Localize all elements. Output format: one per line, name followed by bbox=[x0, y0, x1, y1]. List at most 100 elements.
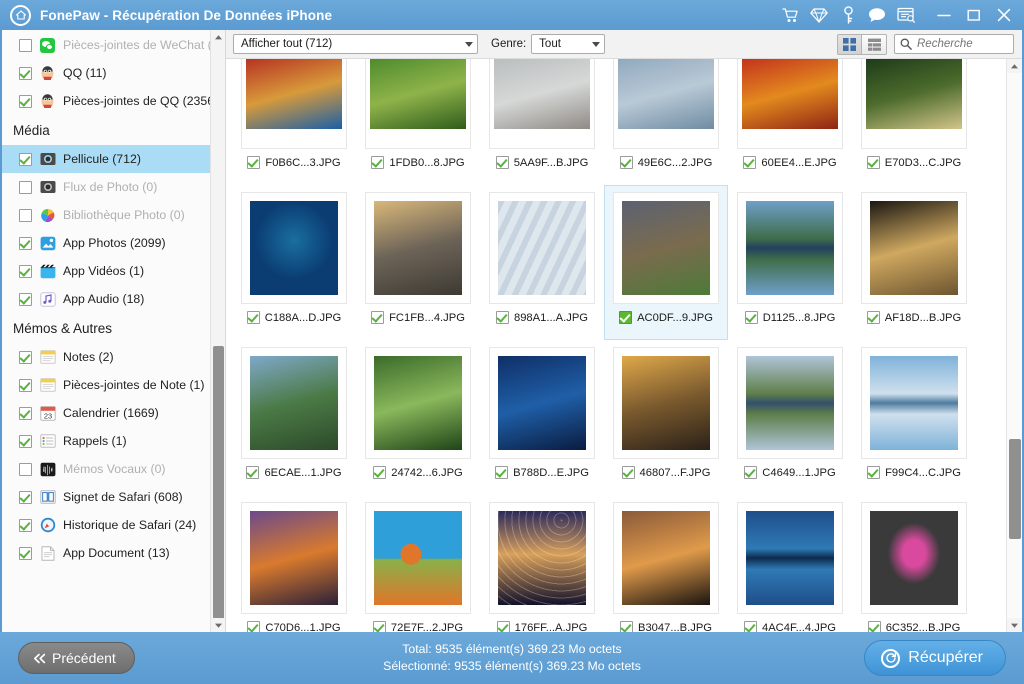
thumbnail-cell[interactable]: FC1FB...4.JPG bbox=[356, 185, 480, 340]
thumbnail-cell[interactable]: B788D...E.JPG bbox=[480, 340, 604, 495]
sidebar-item-checkbox[interactable] bbox=[19, 265, 32, 278]
thumbnail-checkbox[interactable] bbox=[745, 311, 758, 324]
thumbnail-frame[interactable] bbox=[861, 192, 967, 304]
feedback-icon[interactable] bbox=[897, 6, 915, 24]
chat-icon[interactable] bbox=[868, 6, 886, 24]
maximize-button[interactable] bbox=[965, 7, 982, 24]
sidebar-item-checkbox[interactable] bbox=[19, 463, 32, 476]
thumbnail-cell[interactable]: 6ECAE...1.JPG bbox=[232, 340, 356, 495]
thumbnail-frame[interactable] bbox=[241, 347, 347, 459]
sidebar-scrollbar[interactable] bbox=[210, 30, 225, 632]
thumbnail-cell[interactable]: F99C4...C.JPG bbox=[852, 340, 976, 495]
sidebar-item-signet-de-safari-608[interactable]: Signet de Safari (608) bbox=[2, 483, 225, 511]
sidebar-item-checkbox[interactable] bbox=[19, 351, 32, 364]
thumbnail-cell[interactable]: 72E7F...2.JPG bbox=[356, 495, 480, 632]
sidebar-item-rappels-1[interactable]: Rappels (1) bbox=[2, 427, 225, 455]
sidebar-item-m-mos-vocaux-0[interactable]: Mémos Vocaux (0) bbox=[2, 455, 225, 483]
thumbnail-frame[interactable] bbox=[365, 59, 471, 149]
thumbnail-cell[interactable]: 1FDB0...8.JPG bbox=[356, 59, 480, 185]
thumbnail-cell[interactable]: AF18D...B.JPG bbox=[852, 185, 976, 340]
thumbnail-frame[interactable] bbox=[613, 502, 719, 614]
thumbnail-frame[interactable] bbox=[241, 192, 347, 304]
thumbnail-cell[interactable]: 4AC4F...4.JPG bbox=[728, 495, 852, 632]
thumbnail-cell[interactable]: 49E6C...2.JPG bbox=[604, 59, 728, 185]
search-box[interactable] bbox=[894, 34, 1014, 54]
grid-scroll-thumb[interactable] bbox=[1009, 439, 1021, 539]
thumbnail-checkbox[interactable] bbox=[868, 621, 881, 632]
thumbnail-cell[interactable]: B3047...B.JPG bbox=[604, 495, 728, 632]
grid-scroll-up-icon[interactable] bbox=[1007, 59, 1022, 73]
thumbnail-checkbox[interactable] bbox=[246, 466, 259, 479]
sidebar-item-app-audio-18[interactable]: App Audio (18) bbox=[2, 285, 225, 313]
sidebar-item-qq-11[interactable]: QQ (11) bbox=[2, 59, 225, 87]
thumbnail-frame[interactable] bbox=[613, 347, 719, 459]
thumbnail-checkbox[interactable] bbox=[620, 156, 633, 169]
thumbnail-checkbox[interactable] bbox=[620, 621, 633, 632]
sidebar-item-app-photos-2099[interactable]: App Photos (2099) bbox=[2, 229, 225, 257]
sidebar-item-checkbox[interactable] bbox=[19, 491, 32, 504]
recover-button[interactable]: Récupérer bbox=[864, 640, 1006, 676]
thumbnail-checkbox[interactable] bbox=[743, 156, 756, 169]
thumbnail-frame[interactable] bbox=[365, 192, 471, 304]
thumbnail-checkbox[interactable] bbox=[247, 156, 260, 169]
thumbnail-checkbox[interactable] bbox=[744, 621, 757, 632]
thumbnail-cell[interactable]: D1125...8.JPG bbox=[728, 185, 852, 340]
thumbnail-checkbox[interactable] bbox=[497, 621, 510, 632]
thumbnail-checkbox[interactable] bbox=[373, 621, 386, 632]
thumbnail-cell[interactable]: E70D3...C.JPG bbox=[852, 59, 976, 185]
thumbnail-checkbox[interactable] bbox=[867, 466, 880, 479]
sidebar-item-pi-ces-jointes-de-qq-2356[interactable]: Pièces-jointes de QQ (2356) bbox=[2, 87, 225, 115]
diamond-icon[interactable] bbox=[810, 6, 828, 24]
thumbnail-checkbox[interactable] bbox=[373, 466, 386, 479]
thumbnail-cell[interactable]: C4649...1.JPG bbox=[728, 340, 852, 495]
thumbnail-cell[interactable]: 898A1...A.JPG bbox=[480, 185, 604, 340]
sidebar-item-flux-de-photo-0[interactable]: Flux de Photo (0) bbox=[2, 173, 225, 201]
genre-dropdown[interactable]: Tout bbox=[531, 34, 605, 54]
sidebar-item-pi-ces-jointes-de-note-1[interactable]: Pièces-jointes de Note (1) bbox=[2, 371, 225, 399]
thumbnail-frame[interactable] bbox=[737, 59, 843, 149]
thumbnail-frame[interactable] bbox=[737, 192, 843, 304]
thumbnail-checkbox[interactable] bbox=[619, 311, 632, 324]
thumbnail-frame[interactable] bbox=[861, 347, 967, 459]
thumbnail-cell[interactable]: 6C352...B.JPG bbox=[852, 495, 976, 632]
sidebar-item-checkbox[interactable] bbox=[19, 293, 32, 306]
sidebar-item-checkbox[interactable] bbox=[19, 519, 32, 532]
sidebar-scroll-thumb[interactable] bbox=[213, 346, 224, 624]
cart-icon[interactable] bbox=[781, 6, 799, 24]
grid-scrollbar[interactable] bbox=[1006, 59, 1022, 632]
sidebar-item-pi-ces-jointes-de-wechat-0[interactable]: Pièces-jointes de WeChat (0) bbox=[2, 31, 225, 59]
thumbnail-cell[interactable]: AC0DF...9.JPG bbox=[604, 185, 728, 340]
thumbnail-frame[interactable] bbox=[365, 347, 471, 459]
thumbnail-frame[interactable] bbox=[613, 59, 719, 149]
grid-scroll-down-icon[interactable] bbox=[1007, 618, 1022, 632]
thumbnail-frame[interactable] bbox=[241, 502, 347, 614]
thumbnail-frame[interactable] bbox=[737, 502, 843, 614]
sidebar-scroll-down-icon[interactable] bbox=[211, 618, 225, 632]
thumbnail-frame[interactable] bbox=[613, 192, 719, 304]
sidebar-item-checkbox[interactable] bbox=[19, 209, 32, 222]
sidebar-item-checkbox[interactable] bbox=[19, 95, 32, 108]
thumbnail-cell[interactable]: 46807...F.JPG bbox=[604, 340, 728, 495]
thumbnail-checkbox[interactable] bbox=[744, 466, 757, 479]
key-icon[interactable] bbox=[839, 6, 857, 24]
thumbnail-cell[interactable]: C188A...D.JPG bbox=[232, 185, 356, 340]
grid-view-icon[interactable] bbox=[837, 34, 862, 55]
thumbnail-frame[interactable] bbox=[365, 502, 471, 614]
thumbnail-checkbox[interactable] bbox=[495, 466, 508, 479]
sidebar-item-app-document-13[interactable]: App Document (13) bbox=[2, 539, 225, 567]
sidebar-item-calendrier-1669[interactable]: 23Calendrier (1669) bbox=[2, 399, 225, 427]
minimize-button[interactable] bbox=[935, 7, 952, 24]
thumbnail-frame[interactable] bbox=[489, 502, 595, 614]
home-icon[interactable] bbox=[10, 5, 31, 26]
sidebar-item-checkbox[interactable] bbox=[19, 39, 32, 52]
thumbnail-checkbox[interactable] bbox=[867, 311, 880, 324]
thumbnail-cell[interactable]: 176FF...A.JPG bbox=[480, 495, 604, 632]
thumbnail-checkbox[interactable] bbox=[247, 621, 260, 632]
thumbnail-cell[interactable]: F0B6C...3.JPG bbox=[232, 59, 356, 185]
thumbnail-frame[interactable] bbox=[861, 59, 967, 149]
thumbnail-frame[interactable] bbox=[489, 347, 595, 459]
sidebar-item-checkbox[interactable] bbox=[19, 181, 32, 194]
thumbnail-cell[interactable]: 60EE4...E.JPG bbox=[728, 59, 852, 185]
sidebar-item-checkbox[interactable] bbox=[19, 435, 32, 448]
sidebar-item-app-vid-os-1[interactable]: App Vidéos (1) bbox=[2, 257, 225, 285]
